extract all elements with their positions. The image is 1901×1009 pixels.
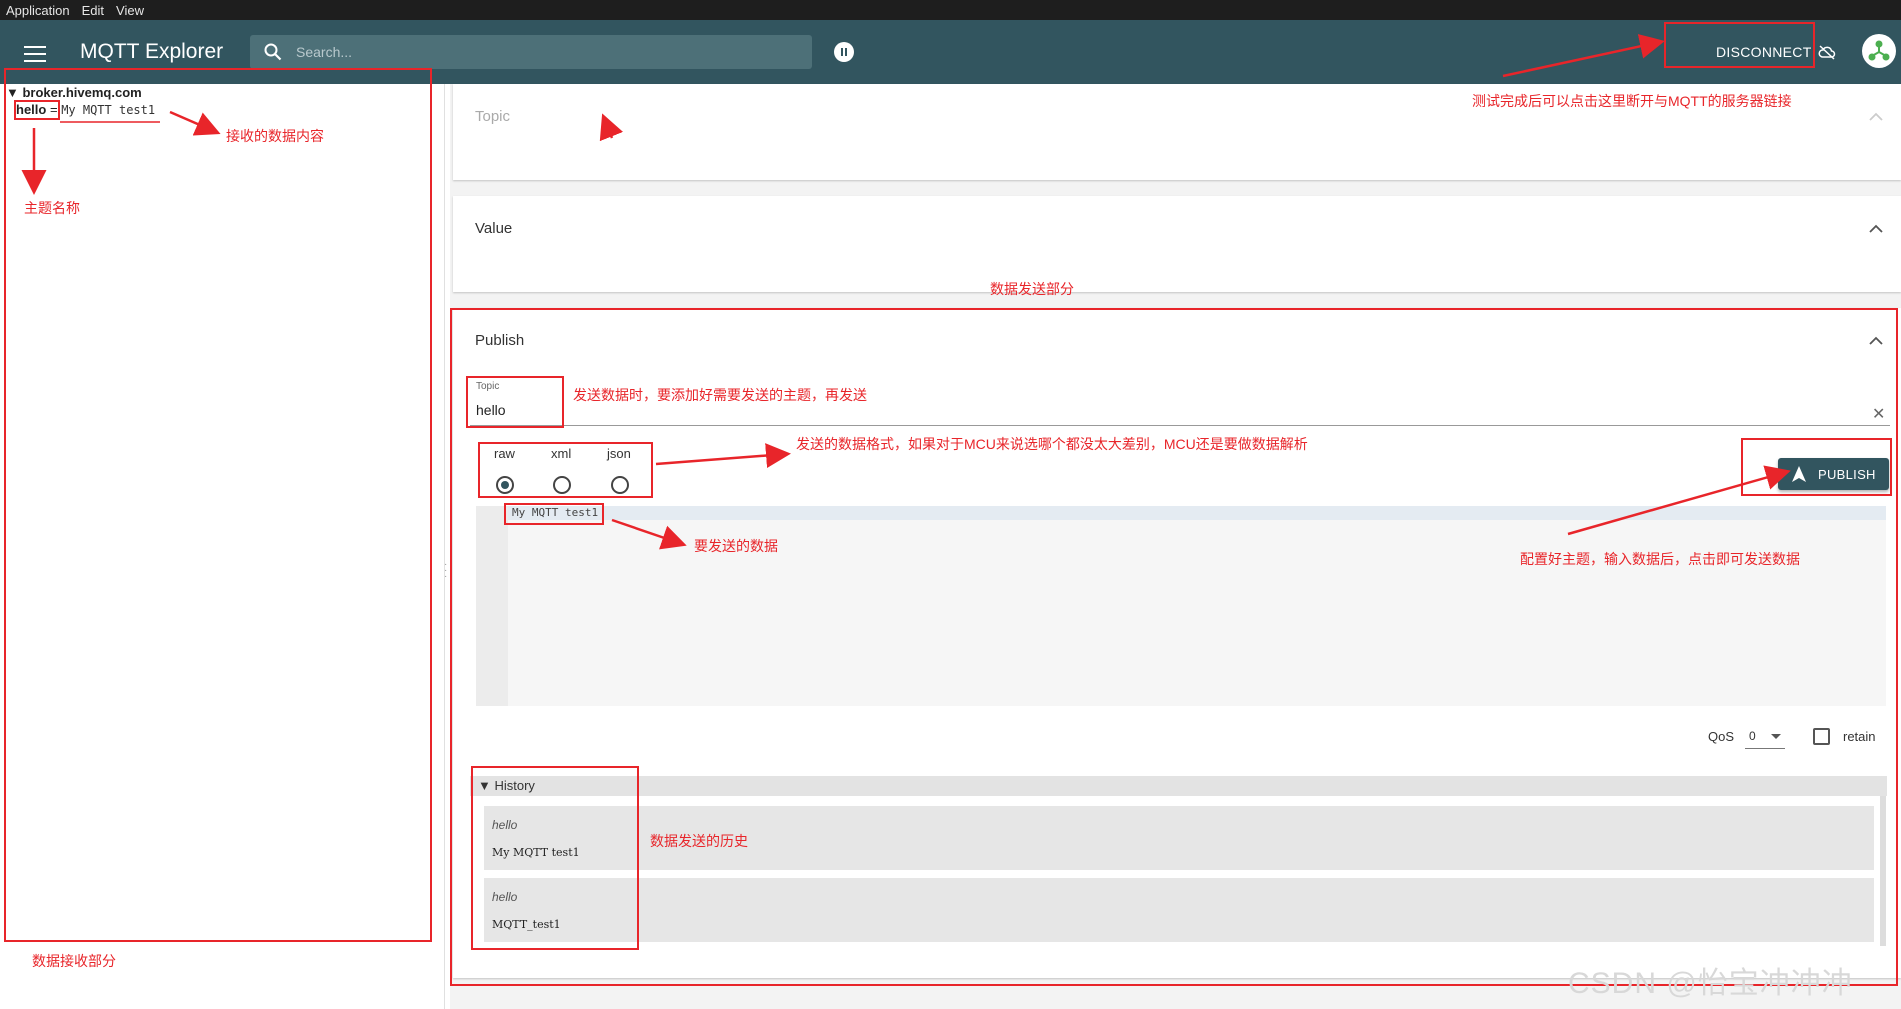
note-history-hint: 数据发送的历史 <box>650 833 748 849</box>
note-send-section: 数据发送部分 <box>990 281 1074 297</box>
note-disconnect-hint: 测试完成后可以点击这里断开与MQTT的服务器链接 <box>1472 93 1792 109</box>
note-received-content: 接收的数据内容 <box>226 128 324 144</box>
annotation-arrows <box>21 34 1791 550</box>
note-receive-section: 数据接收部分 <box>32 953 116 969</box>
note-topic-hint: 发送数据时，要添加好需要发送的主题，再发送 <box>573 387 867 403</box>
note-format-hint: 发送的数据格式，如果对于MCU来说选哪个都没太大差别，MCU还是要做数据解析 <box>796 436 1308 452</box>
note-publish-hint: 配置好主题，输入数据后，点击即可发送数据 <box>1520 551 1800 567</box>
watermark: CSDN @怡宝冲冲冲 <box>1568 967 1853 1000</box>
note-data-hint: 要发送的数据 <box>694 538 778 554</box>
note-topic-name: 主题名称 <box>24 200 80 216</box>
